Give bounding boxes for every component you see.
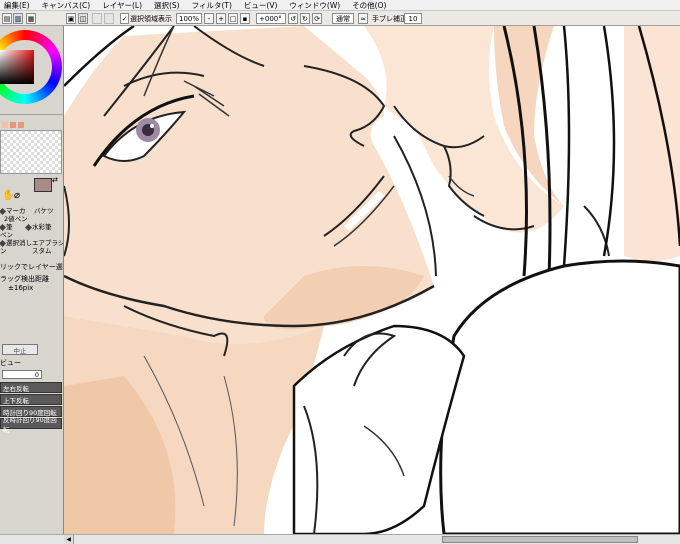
- zoom-field[interactable]: 100%: [176, 13, 202, 24]
- layout-icon[interactable]: ▥: [13, 13, 23, 24]
- stabilizer-select[interactable]: 10: [404, 13, 422, 24]
- rotate-right-icon[interactable]: ↻: [300, 13, 310, 24]
- selection-display-label: 選択領域表示: [130, 14, 172, 23]
- illustration: [64, 26, 680, 534]
- disabled-tool-icon: [104, 13, 114, 24]
- flip-horizontal-button[interactable]: 左右反転: [0, 382, 62, 393]
- invert-selection-icon[interactable]: ◫: [78, 13, 88, 24]
- tool-select-eraser[interactable]: 選択消し: [0, 239, 32, 247]
- preview-label: ビュー: [0, 359, 21, 367]
- tool-binary-pen[interactable]: 2値ペン: [4, 216, 28, 223]
- tool-watercolor[interactable]: 水彩筆: [24, 223, 52, 231]
- panel-toggle-icon[interactable]: ▤: [2, 13, 12, 24]
- saturation-value-square[interactable]: [0, 50, 34, 84]
- rotate-ccw-button[interactable]: 反時計回り90度回転: [0, 416, 62, 434]
- selection-display-checkbox[interactable]: ✓: [120, 13, 129, 24]
- flip-vertical-button[interactable]: 上下反転: [0, 394, 62, 405]
- stabilizer-label: 手ブレ補正: [372, 14, 407, 23]
- left-panel: ✋ ⌀ ⇄ マーカ バケツ 2値ペン 筆 水彩筆 ペン 選択消し エアブラシ ン…: [0, 26, 64, 544]
- menu-view[interactable]: ビュー(V): [244, 0, 277, 11]
- panel-scrollbar[interactable]: [0, 534, 64, 544]
- swap-colors-icon[interactable]: ⇄: [52, 176, 58, 184]
- stop-button[interactable]: 中止: [2, 344, 38, 355]
- zoom-in-icon[interactable]: +: [216, 13, 226, 24]
- drawing-canvas[interactable]: [64, 26, 680, 534]
- menu-canvas[interactable]: キャンバス(C): [42, 0, 91, 11]
- stabilizer-icon[interactable]: ≈: [358, 13, 368, 24]
- tool-marker[interactable]: マーカ: [0, 207, 26, 215]
- zoom-reset-icon[interactable]: ▪: [240, 13, 250, 24]
- menu-window[interactable]: ウィンドウ(W): [289, 0, 340, 11]
- eyedropper-icon[interactable]: ⌀: [14, 190, 20, 201]
- current-color[interactable]: [34, 178, 52, 192]
- rotate-left-icon[interactable]: ↺: [288, 13, 298, 24]
- disabled-tool-icon: [92, 13, 102, 24]
- window-icon[interactable]: ▦: [26, 13, 36, 24]
- watercolor-icon: [24, 223, 33, 231]
- rotation-field[interactable]: +000°: [256, 13, 286, 24]
- swatch[interactable]: [10, 122, 16, 128]
- scroll-left-icon[interactable]: ◀: [64, 535, 74, 544]
- menu-other[interactable]: その他(O): [352, 0, 386, 11]
- rotate-reset-icon[interactable]: ⟳: [312, 13, 322, 24]
- menu-filter[interactable]: フィルタ(T): [192, 0, 232, 11]
- toolbar: ▤ ▥ ▦ ▣ ◫ ✓ 選択領域表示 100% - + □ ▪ +000° ↺ …: [0, 11, 680, 26]
- layer-select-option[interactable]: リックでレイヤー選択: [0, 262, 63, 272]
- menu-layer[interactable]: レイヤー(L): [102, 0, 142, 11]
- tool-airbrush[interactable]: エアブラシ: [32, 240, 63, 247]
- menu-bar: 編集(E) キャンバス(C) レイヤー(L) 選択(S) フィルタ(T) ビュー…: [0, 0, 680, 11]
- zoom-out-icon[interactable]: -: [204, 13, 214, 24]
- hand-icon[interactable]: ✋: [2, 190, 14, 201]
- swatch[interactable]: [18, 122, 24, 128]
- tool-pen[interactable]: ペン: [0, 232, 13, 239]
- deselect-icon[interactable]: ▣: [66, 13, 76, 24]
- tool-row4b[interactable]: スタム: [32, 248, 52, 255]
- drag-threshold-label: ラッグ検出距離: [0, 275, 49, 283]
- tool-bucket[interactable]: バケツ: [34, 208, 54, 215]
- divider: [0, 114, 63, 115]
- swatch[interactable]: [2, 122, 8, 128]
- menu-edit[interactable]: 編集(E): [4, 0, 30, 11]
- scratch-pad[interactable]: [0, 130, 62, 174]
- preview-field[interactable]: 0: [2, 370, 42, 379]
- zoom-fit-icon[interactable]: □: [228, 13, 238, 24]
- tool-brush[interactable]: 筆: [0, 223, 13, 231]
- tool-row4a[interactable]: ン: [0, 248, 7, 255]
- scrollbar-thumb[interactable]: [442, 536, 638, 543]
- drag-threshold-value[interactable]: ±16pix: [8, 284, 33, 292]
- horizontal-scrollbar[interactable]: ◀: [64, 534, 680, 544]
- menu-select[interactable]: 選択(S): [154, 0, 180, 11]
- blend-mode-select[interactable]: 通常: [332, 13, 354, 24]
